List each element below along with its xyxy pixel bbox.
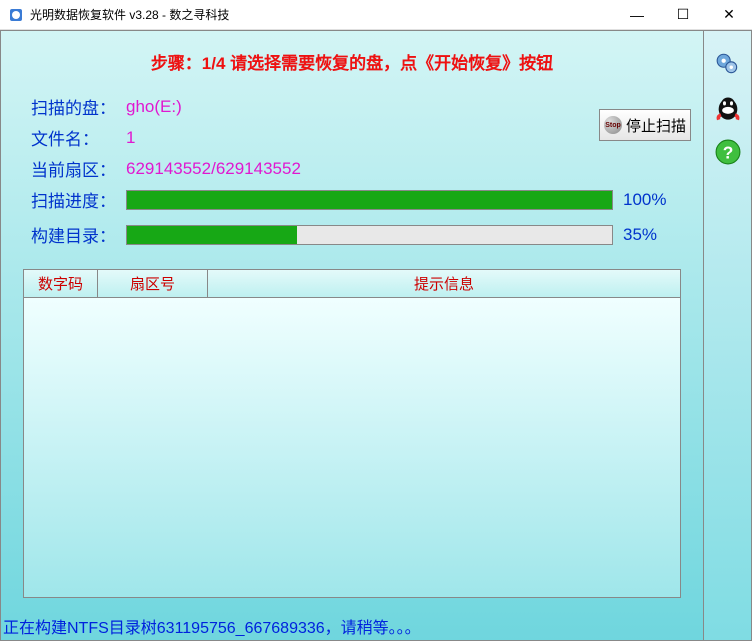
stop-button-label: 停止扫描 <box>626 115 686 136</box>
file-label: 文件名： <box>31 125 126 150</box>
side-toolbar: ? <box>704 30 752 641</box>
close-button[interactable]: ✕ <box>706 0 752 30</box>
disk-value: gho(E:) <box>126 97 182 117</box>
col-message[interactable]: 提示信息 <box>208 270 680 297</box>
status-bar: 正在构建NTFS目录树631195756_667689336，请稍等。。。 <box>3 614 421 638</box>
svg-text:?: ? <box>722 143 733 163</box>
app-icon <box>8 7 24 23</box>
main-panel: 步骤：1/4 请选择需要恢复的盘，点《开始恢复》按钮 Stop 停止扫描 扫描的… <box>0 30 704 641</box>
stop-scan-button[interactable]: Stop 停止扫描 <box>599 109 691 141</box>
scan-progress-bar <box>126 190 613 210</box>
info-box: 扫描的盘： gho(E:) 文件名： 1 当前扇区： 629143552/629… <box>21 84 683 263</box>
grid-header: 数字码 扇区号 提示信息 <box>23 269 681 298</box>
step-instruction: 步骤：1/4 请选择需要恢复的盘，点《开始恢复》按钮 <box>1 31 703 84</box>
window-title: 光明数据恢复软件 v3.28 - 数之寻科技 <box>30 6 614 23</box>
qq-icon[interactable] <box>713 93 743 123</box>
maximize-button[interactable]: ☐ <box>660 0 706 30</box>
titlebar: 光明数据恢复软件 v3.28 - 数之寻科技 ― ☐ ✕ <box>0 0 752 30</box>
file-value: 1 <box>126 128 135 148</box>
build-progress-label: 构建目录： <box>31 222 126 247</box>
col-sector[interactable]: 扇区号 <box>98 270 208 297</box>
scan-progress-pct: 100% <box>623 190 673 210</box>
grid-body <box>23 298 681 598</box>
results-grid: 数字码 扇区号 提示信息 <box>23 269 681 598</box>
build-progress-bar <box>126 225 613 245</box>
sector-label: 当前扇区： <box>31 156 126 181</box>
build-progress-pct: 35% <box>623 225 673 245</box>
sector-value: 629143552/629143552 <box>126 159 301 179</box>
disk-label: 扫描的盘： <box>31 94 126 119</box>
scan-progress-fill <box>127 191 612 209</box>
col-numcode[interactable]: 数字码 <box>24 270 98 297</box>
scan-progress-label: 扫描进度： <box>31 187 126 212</box>
settings-icon[interactable] <box>713 49 743 79</box>
help-icon[interactable]: ? <box>713 137 743 167</box>
stop-icon: Stop <box>604 116 622 134</box>
minimize-button[interactable]: ― <box>614 0 660 30</box>
build-progress-fill <box>127 226 297 244</box>
